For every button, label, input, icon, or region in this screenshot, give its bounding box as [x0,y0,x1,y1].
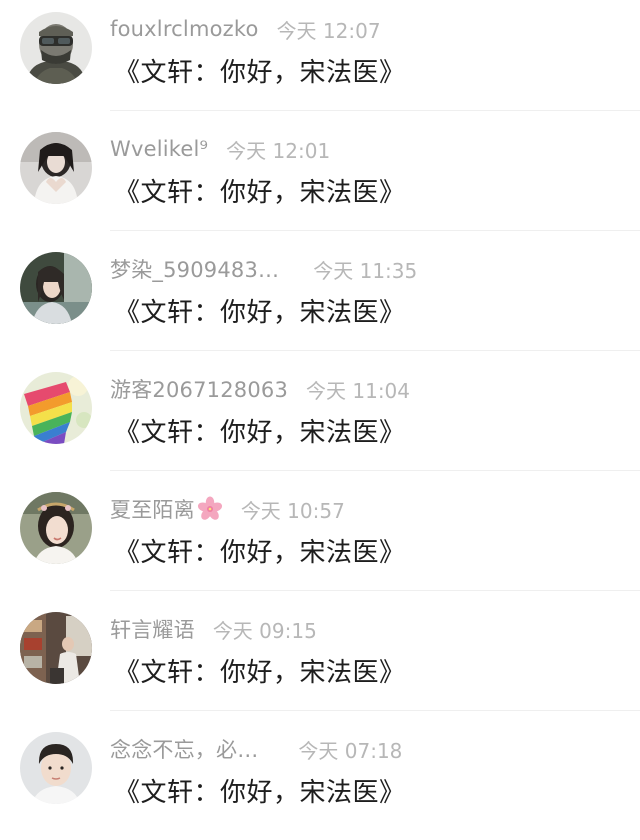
comment-text: 《文轩：你好，宋法医》 [114,418,406,448]
comment-text: 《文轩：你好，宋法医》 [114,538,406,568]
comment-timestamp: 今天 12:07 [276,18,381,43]
smiling-girl-avatar[interactable] [20,492,92,564]
divider [110,590,640,591]
divider [110,230,640,231]
cherry-blossom-icon [197,496,222,520]
girl-portrait-avatar[interactable] [20,252,92,324]
divider [110,350,640,351]
comment-item: fouxlrclmozko 今天 12:07 《文轩：你好，宋法医》 [0,0,640,120]
comment-text: 《文轩：你好，宋法医》 [114,298,406,328]
comment-item: 念念不忘，必… 今天 07:18 《文轩：你好，宋法医》 [0,720,640,840]
masked-soldier-avatar[interactable] [20,12,92,84]
comment-timestamp: 今天 10:57 [240,498,345,523]
street-scene-avatar[interactable] [20,612,92,684]
comment-username[interactable]: fouxlrclmozko [110,17,259,41]
girl-heart-hands-avatar[interactable] [20,132,92,204]
comment-timestamp: 今天 12:01 [226,138,331,163]
comment-timestamp: 今天 11:04 [306,378,411,403]
comment-username[interactable]: 念念不忘，必… [110,734,258,764]
divider [110,110,640,111]
comment-text: 《文轩：你好，宋法医》 [114,778,406,808]
comment-text: 《文轩：你好，宋法医》 [114,178,406,208]
comment-timestamp: 今天 07:18 [298,738,403,763]
comment-username[interactable]: 梦染_5909483… [110,254,279,284]
comment-username[interactable]: 游客2067128063 [110,374,288,404]
divider [110,470,640,471]
divider [110,710,640,711]
comment-timestamp: 今天 11:35 [313,258,418,283]
comment-item: 游客2067128063 今天 11:04 《文轩：你好，宋法医》 [0,360,640,480]
comment-item: 轩言耀语 今天 09:15 《文轩：你好，宋法医》 [0,600,640,720]
comment-timestamp: 今天 09:15 [212,618,317,643]
comment-item: Wvelikel⁹ 今天 12:01 《文轩：你好，宋法医》 [0,120,640,240]
young-man-avatar[interactable] [20,732,92,804]
comment-username[interactable]: 轩言耀语 [110,614,195,644]
comment-username[interactable]: Wvelikel⁹ [110,137,208,161]
comment-item: 梦染_5909483… 今天 11:35 《文轩：你好，宋法医》 [0,240,640,360]
comment-username[interactable]: 夏至陌离 [110,494,195,524]
rainbow-cake-avatar[interactable] [20,372,92,444]
comment-text: 《文轩：你好，宋法医》 [114,658,406,688]
comment-item: 夏至陌离 今天 10:57 《文轩：你好，宋法医》 [0,480,640,600]
comment-text: 《文轩：你好，宋法医》 [114,58,406,88]
